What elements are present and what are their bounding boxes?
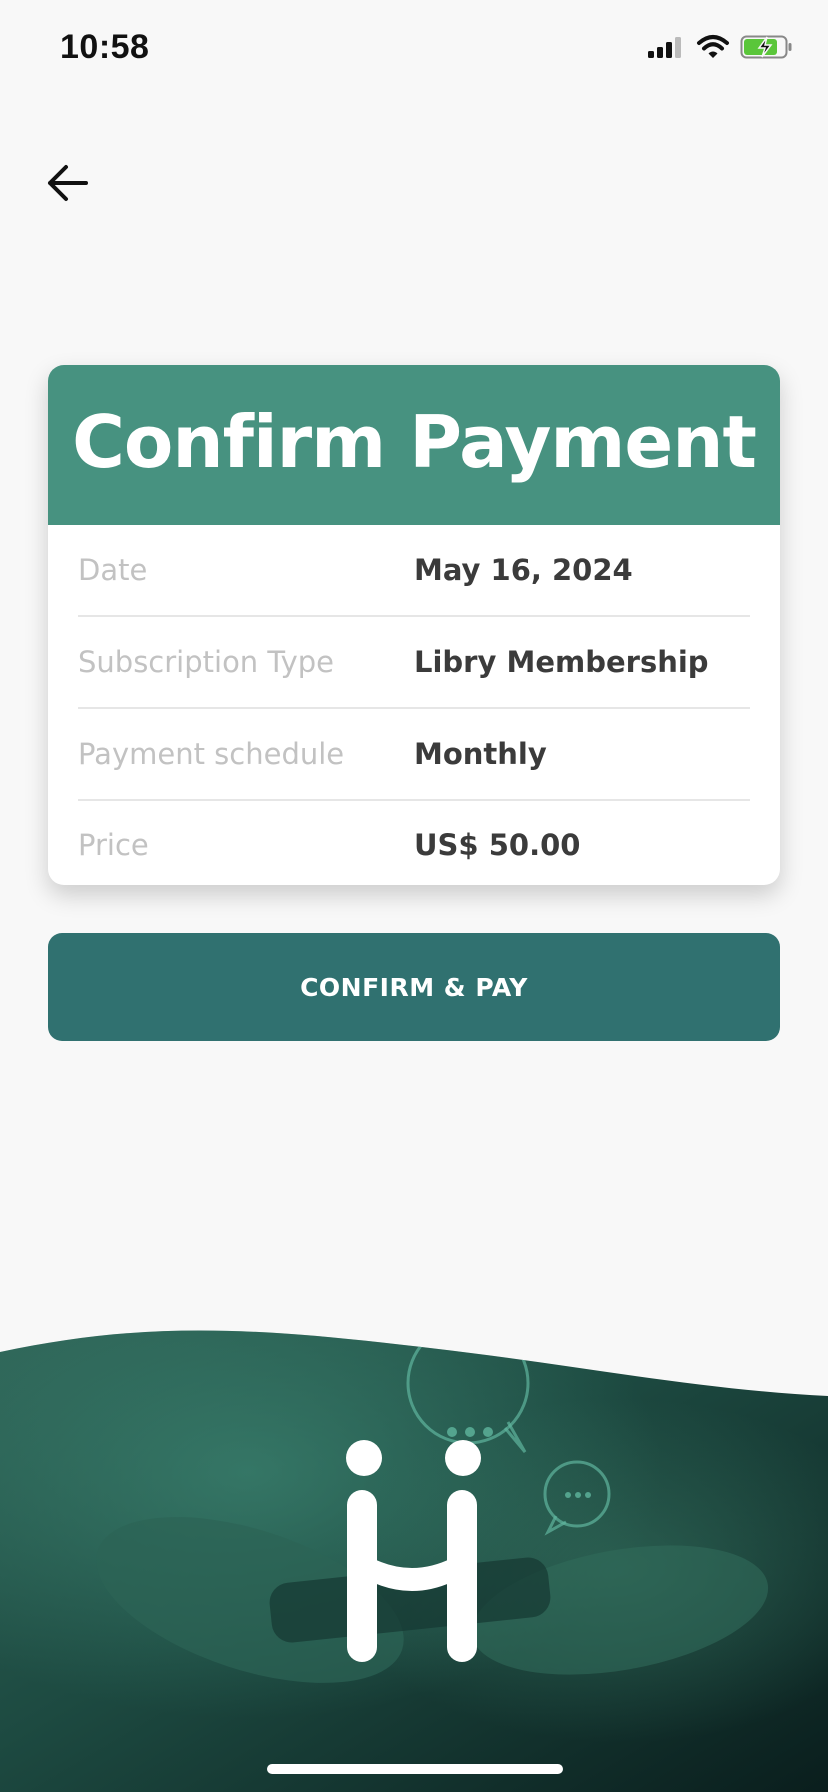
detail-row-schedule: Payment schedule Monthly — [78, 709, 750, 801]
payment-details: Date May 16, 2024 Subscription Type Libr… — [48, 525, 780, 885]
detail-row-subscription: Subscription Type Libry Membership — [78, 617, 750, 709]
arrow-left-icon — [48, 165, 88, 201]
detail-row-price: Price US$ 50.00 — [78, 801, 750, 885]
detail-value: US$ 50.00 — [414, 828, 581, 862]
detail-label: Date — [78, 553, 148, 587]
status-bar: 10:58 — [0, 0, 828, 100]
detail-row-date: Date May 16, 2024 — [78, 525, 750, 617]
card-header: Confirm Payment — [48, 365, 780, 525]
signal-icon — [648, 37, 681, 58]
detail-value: May 16, 2024 — [414, 553, 633, 587]
detail-value: Libry Membership — [414, 645, 709, 679]
hero-banner — [0, 1330, 828, 1792]
confirm-pay-button[interactable]: CONFIRM & PAY — [48, 933, 780, 1041]
battery-charging-icon — [740, 35, 792, 59]
detail-value: Monthly — [414, 737, 547, 771]
back-button[interactable] — [40, 155, 96, 211]
detail-label: Subscription Type — [78, 645, 335, 679]
detail-label: Price — [78, 828, 149, 862]
wifi-icon — [697, 35, 729, 58]
status-time: 10:58 — [60, 28, 150, 66]
detail-label: Payment schedule — [78, 737, 345, 771]
payment-card: Confirm Payment Date May 16, 2024 Subscr… — [48, 365, 780, 885]
status-icons — [646, 34, 794, 60]
page-title: Confirm Payment — [72, 400, 757, 484]
home-indicator[interactable] — [267, 1764, 563, 1774]
